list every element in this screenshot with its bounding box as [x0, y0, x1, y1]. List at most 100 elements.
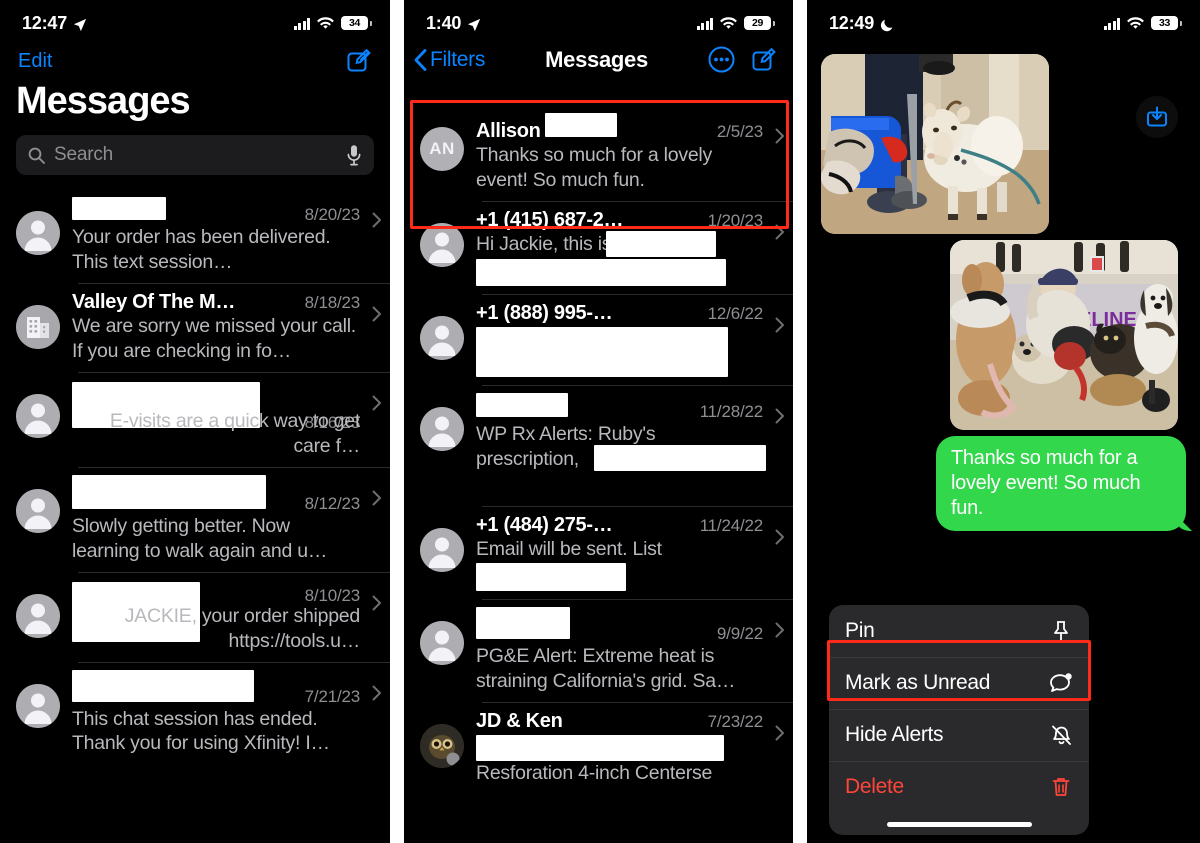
- avatar: [16, 304, 60, 349]
- context-menu-item-mark-as-unread[interactable]: Mark as Unread: [829, 657, 1089, 709]
- redacted-name: [72, 669, 254, 702]
- compose-icon[interactable]: [346, 48, 372, 74]
- message-bubble-row: Thanks so much for a lovely event! So mu…: [807, 430, 1200, 531]
- photo-row-dogs: P ELINE: [807, 234, 1200, 430]
- chevron-right-icon: [372, 212, 382, 233]
- row-date: 8/20/23: [304, 205, 361, 224]
- back-label: Filters: [430, 47, 486, 71]
- redacted-name: [72, 197, 166, 220]
- panel-conversation-context-menu: 12:49 33 ELINE Thanks so much for a love…: [807, 0, 1200, 843]
- row-preview: Resforation 4-inch Centerse: [476, 761, 713, 784]
- signal-bars-icon: [696, 17, 713, 30]
- row-name: JD & Ken: [476, 709, 563, 732]
- wifi-icon: [720, 16, 737, 30]
- avatar-initials: AN: [420, 127, 464, 171]
- row-date: 8/12/23: [304, 493, 361, 513]
- row-content: Valley Of The M… 8/18/23 We are sorry we…: [72, 291, 364, 364]
- list-item[interactable]: JD & Ken 7/23/22 Resforation 4-inch Cent…: [404, 701, 793, 794]
- list-item[interactable]: +1 (484) 275-… 11/24/22 Email will be se…: [404, 505, 793, 599]
- status-left: 12:49: [829, 13, 894, 34]
- row-top: Valley Of The M… 8/18/23: [72, 291, 360, 314]
- crescent-moon-icon: [880, 16, 894, 32]
- list-item[interactable]: 8/10/23 JACKIE, your order shipped https…: [0, 571, 390, 662]
- edit-button[interactable]: Edit: [18, 50, 52, 73]
- status-right: 34: [293, 16, 372, 30]
- microphone-icon[interactable]: [346, 144, 362, 166]
- row-top: 9/9/22: [476, 606, 763, 644]
- row-content: 8/10/23 JACKIE, your order shipped https…: [72, 580, 364, 654]
- list-item[interactable]: +1 (888) 995-… 12/6/22: [404, 293, 793, 385]
- status-bar-panel2: 1:40 29: [404, 0, 793, 40]
- chevron-right-icon: [372, 490, 382, 511]
- row-preview: Your order has been delivered. This text…: [72, 226, 331, 273]
- back-to-filters-button[interactable]: Filters: [414, 48, 485, 72]
- trash-icon: [1049, 775, 1073, 799]
- photo-dogs[interactable]: P ELINE: [950, 240, 1178, 430]
- signal-bars-icon: [1103, 17, 1120, 30]
- chevron-right-icon: [372, 685, 382, 706]
- search-input[interactable]: Search: [16, 135, 374, 175]
- panel-separator: [390, 0, 404, 843]
- row-content: 11/28/22 WP Rx Alerts: Ruby's prescripti…: [476, 392, 767, 498]
- avatar: [420, 620, 464, 665]
- avatar: [16, 683, 60, 728]
- panel-messages-list: 12:47 34 Edit Messages Search 8/20/23 Yo…: [0, 0, 390, 843]
- row-preview: We are sorry we missed your call. If you…: [72, 314, 356, 362]
- row-content: +1 (415) 687-2… 1/20/23 Hi Jackie, this …: [476, 209, 767, 286]
- redacted-name: [476, 606, 570, 639]
- status-bar-panel3: 12:49 33: [807, 0, 1200, 40]
- redacted-preview: [476, 734, 724, 761]
- goat-photo-image: [821, 54, 1049, 234]
- wifi-icon: [1127, 16, 1144, 30]
- list-item[interactable]: 8/12/23 Slowly getting better. Now learn…: [0, 466, 390, 572]
- list-item[interactable]: Valley Of The M… 8/18/23 We are sorry we…: [0, 282, 390, 372]
- pin-icon: [1049, 619, 1073, 643]
- list-item[interactable]: 8/20/23 Your order has been delivered. T…: [0, 189, 390, 283]
- list-item[interactable]: 7/21/23 This chat session has ended. Tha…: [0, 661, 390, 765]
- bell-slash-icon: [1049, 723, 1073, 747]
- context-menu-item-pin[interactable]: Pin: [829, 605, 1089, 657]
- status-bar-panel1: 12:47 34: [0, 0, 390, 40]
- row-preview: This chat session has ended. Thank you f…: [72, 707, 330, 755]
- row-content: +1 (484) 275-… 11/24/22 Email will be se…: [476, 514, 767, 591]
- row-content: 7/21/23 This chat session has ended. Tha…: [72, 669, 364, 757]
- list-item[interactable]: 8/16/23 E-visits are a quick way to get …: [0, 371, 390, 467]
- row-name: +1 (415) 687-2…: [476, 208, 624, 231]
- chevron-right-icon: [775, 224, 785, 245]
- avatar: [16, 488, 60, 533]
- list-item-allison[interactable]: AN Allison 2/5/23 Thanks so much for a l…: [404, 105, 793, 201]
- avatar: [420, 222, 464, 267]
- chevron-right-icon: [775, 725, 785, 746]
- context-menu-item-hide-alerts[interactable]: Hide Alerts: [829, 709, 1089, 761]
- status-time: 12:49: [829, 12, 875, 33]
- row-content: +1 (888) 995-… 12/6/22: [476, 302, 767, 377]
- row-name: +1 (888) 995-…: [476, 301, 613, 324]
- more-circle-icon[interactable]: [708, 46, 735, 73]
- photo-goat[interactable]: [821, 54, 1049, 234]
- chevron-right-icon: [775, 408, 785, 429]
- context-menu-label: Hide Alerts: [845, 723, 944, 746]
- redacted-name: [476, 392, 568, 417]
- panel2-nav-row: Filters Messages: [404, 40, 793, 83]
- row-top: JD & Ken 7/23/22: [476, 710, 763, 733]
- context-menu-label: Mark as Unread: [845, 671, 991, 694]
- context-menu: Pin Mark as Unread Hide Alerts Delete: [829, 605, 1089, 835]
- sent-message-bubble[interactable]: Thanks so much for a lovely event! So mu…: [936, 436, 1186, 531]
- row-preview: Email will be sent. List: [476, 537, 662, 560]
- chevron-left-icon: [414, 48, 427, 71]
- redacted-preview: [594, 444, 766, 471]
- list-item[interactable]: 11/28/22 WP Rx Alerts: Ruby's prescripti…: [404, 384, 793, 506]
- signal-bars-icon: [293, 17, 310, 30]
- list-item[interactable]: 9/9/22 PG&E Alert: Extreme heat is strai…: [404, 598, 793, 702]
- save-to-photos-icon[interactable]: [1136, 96, 1178, 138]
- battery-indicator: 33: [1151, 16, 1182, 30]
- list-item[interactable]: +1 (415) 687-2… 1/20/23 Hi Jackie, this …: [404, 200, 793, 294]
- row-date: 9/9/22: [716, 623, 763, 643]
- compose-icon[interactable]: [751, 47, 777, 73]
- panel-messages-highlighted: 1:40 29 Filters Messages AN Allison 2/5/…: [404, 0, 793, 843]
- row-top: +1 (888) 995-… 12/6/22: [476, 302, 763, 325]
- panel2-actions: [708, 46, 777, 73]
- page-title: Messages: [16, 80, 191, 122]
- redacted-preview: [476, 326, 728, 377]
- context-menu-item-delete[interactable]: Delete: [829, 761, 1089, 813]
